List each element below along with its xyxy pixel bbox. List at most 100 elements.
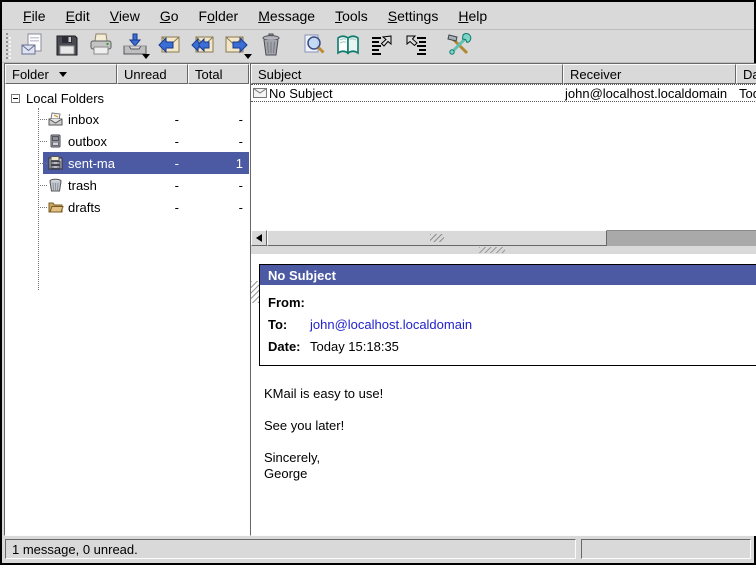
inbox-icon xyxy=(47,111,64,127)
vertical-splitter-grip[interactable] xyxy=(251,281,259,303)
previous-unread-button[interactable] xyxy=(365,31,398,61)
inbox-unread-count: - xyxy=(117,112,179,127)
sent-unread-count: - xyxy=(117,156,179,171)
scroll-left-icon xyxy=(256,234,262,242)
date-label: Date: xyxy=(268,339,310,354)
scrollbar-track[interactable] xyxy=(607,230,756,246)
menu-view[interactable]: View xyxy=(101,5,149,27)
sort-arrow-icon xyxy=(59,72,67,77)
to-label: To: xyxy=(268,317,310,332)
menu-help[interactable]: Help xyxy=(449,5,496,27)
folder-panel: Folder Unread Total Local Folders xyxy=(4,63,250,536)
trash-unread-count: - xyxy=(117,178,179,193)
from-row: From: xyxy=(268,291,756,313)
tools-icon xyxy=(446,32,472,61)
menu-tools[interactable]: Tools xyxy=(326,5,377,27)
menu-folder[interactable]: Folder xyxy=(190,5,248,27)
main-area: Folder Unread Total Local Folders xyxy=(2,63,754,536)
menu-message[interactable]: Message xyxy=(249,5,324,27)
trash-folder-icon xyxy=(47,177,64,193)
find-messages-button[interactable] xyxy=(297,31,330,61)
to-row: To: john@localhost.localdomain xyxy=(268,313,756,335)
collapse-expander-icon[interactable] xyxy=(11,94,20,103)
configure-button[interactable] xyxy=(442,31,475,61)
from-label: From: xyxy=(268,295,310,310)
trash-total-count: - xyxy=(185,178,243,193)
date-value: Today 15:18:35 xyxy=(310,339,399,354)
folder-row-trash[interactable]: trash - - xyxy=(5,174,249,196)
sent-mail-icon xyxy=(47,155,64,171)
reply-all-icon xyxy=(190,32,216,61)
save-icon xyxy=(54,32,80,61)
message-header-box: No Subject From: To: john@localhost.loca… xyxy=(259,264,756,366)
menu-file[interactable]: File xyxy=(14,5,55,27)
trash-icon xyxy=(258,32,284,61)
folder-header-row: Folder Unread Total xyxy=(5,64,249,84)
main-toolbar xyxy=(2,30,754,63)
check-mail-button[interactable] xyxy=(118,31,151,61)
save-button[interactable] xyxy=(50,31,83,61)
list-arrow-down-icon xyxy=(403,32,429,61)
address-book-button[interactable] xyxy=(331,31,364,61)
drafts-unread-count: - xyxy=(117,200,179,215)
folder-tree: Local Folders inbox - - xyxy=(5,84,249,535)
status-message: 1 message, 0 unread. xyxy=(5,539,576,559)
folder-row-sent-mail[interactable]: sent-ma - 1 xyxy=(5,152,249,174)
folder-row-inbox[interactable]: inbox - - xyxy=(5,108,249,130)
outbox-icon xyxy=(47,133,64,149)
status-bar: 1 message, 0 unread. xyxy=(2,536,754,563)
to-address-link[interactable]: john@localhost.localdomain xyxy=(310,317,472,332)
scroll-left-button[interactable] xyxy=(251,230,267,246)
reply-button[interactable] xyxy=(152,31,185,61)
kmail-window: File Edit View Go Folder Message Tools S… xyxy=(0,0,756,565)
reply-all-button[interactable] xyxy=(186,31,219,61)
message-list-header-row: Subject Receiver Date xyxy=(251,64,756,84)
new-message-icon xyxy=(20,32,46,61)
print-icon xyxy=(88,32,114,61)
outbox-unread-count: - xyxy=(117,134,179,149)
outbox-total-count: - xyxy=(185,134,243,149)
find-icon xyxy=(301,32,327,61)
folder-root-local-folders[interactable]: Local Folders xyxy=(5,88,249,108)
horizontal-scrollbar[interactable] xyxy=(251,230,756,246)
total-column-header[interactable]: Total xyxy=(188,64,249,84)
inbox-total-count: - xyxy=(185,112,243,127)
status-secondary xyxy=(581,539,751,559)
reply-icon xyxy=(156,32,182,61)
subject-column-header[interactable]: Subject xyxy=(251,64,563,84)
message-envelope-icon xyxy=(253,88,269,98)
receiver-column-header[interactable]: Receiver xyxy=(563,64,736,84)
unread-column-header[interactable]: Unread xyxy=(117,64,188,84)
folder-row-drafts[interactable]: drafts - - xyxy=(5,196,249,218)
toolbar-drag-handle[interactable] xyxy=(6,33,11,59)
forward-button[interactable] xyxy=(220,31,253,61)
next-unread-button[interactable] xyxy=(399,31,432,61)
folder-column-header[interactable]: Folder xyxy=(5,64,117,84)
message-row-no-subject[interactable]: No Subject john@localhost.localdomain To… xyxy=(251,84,756,102)
folder-row-outbox[interactable]: outbox - - xyxy=(5,130,249,152)
forward-dropdown-caret[interactable] xyxy=(244,54,252,59)
scrollbar-thumb[interactable] xyxy=(267,230,607,246)
date-row: Date: Today 15:18:35 xyxy=(268,335,756,357)
menu-go[interactable]: Go xyxy=(151,5,188,27)
horizontal-splitter-grip[interactable] xyxy=(479,247,505,253)
drafts-total-count: - xyxy=(185,200,243,215)
list-arrow-up-icon xyxy=(369,32,395,61)
new-message-button[interactable] xyxy=(16,31,49,61)
print-button[interactable] xyxy=(84,31,117,61)
message-title-bar: No Subject xyxy=(260,265,756,285)
date-column-header[interactable]: Date xyxy=(736,64,756,84)
delete-button[interactable] xyxy=(254,31,287,61)
address-book-icon xyxy=(335,32,361,61)
message-list: No Subject john@localhost.localdomain To… xyxy=(251,84,756,230)
check-mail-dropdown-caret[interactable] xyxy=(142,54,150,59)
horizontal-splitter[interactable] xyxy=(251,246,756,254)
sent-total-count: 1 xyxy=(185,156,243,171)
drafts-folder-icon xyxy=(47,199,64,215)
message-body: KMail is easy to use! See you later! Sin… xyxy=(264,386,756,482)
menu-bar: File Edit View Go Folder Message Tools S… xyxy=(2,2,754,30)
message-preview-pane: No Subject From: To: john@localhost.loca… xyxy=(251,254,756,535)
menu-settings[interactable]: Settings xyxy=(379,5,448,27)
menu-edit[interactable]: Edit xyxy=(57,5,99,27)
message-header-fields: From: To: john@localhost.localdomain Dat… xyxy=(260,285,756,365)
